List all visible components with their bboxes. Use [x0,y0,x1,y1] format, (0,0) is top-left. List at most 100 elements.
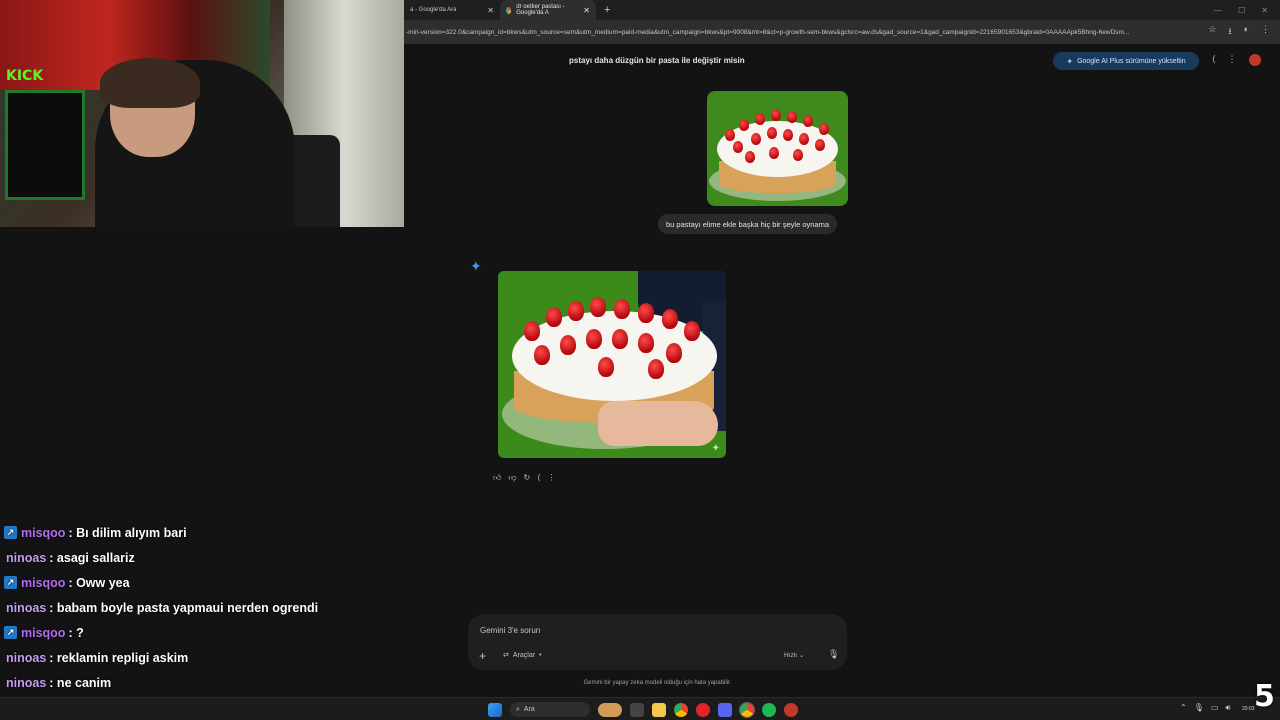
upgrade-label: Google AI Plus sürümüne yükseltin [1077,57,1186,65]
new-tab-button[interactable]: + [596,4,618,16]
profile-icon[interactable]: ◐ [1244,24,1249,40]
chat-username[interactable]: ninoas [6,676,46,690]
microphone-icon[interactable]: 🎙︎ [1194,703,1204,713]
volume-icon[interactable]: 🔊︎ [1225,703,1230,713]
minimize-icon[interactable]: — [1214,6,1222,15]
chat-username[interactable]: ninoas [6,601,46,615]
strawberry [751,133,761,145]
chat-message: ↗ misqoo: Oww yea [0,570,400,595]
chat-message: ninoas: asagi sallariz [0,545,400,570]
strawberry [638,303,654,323]
strawberry [819,123,829,135]
disclaimer: Gemini bir yapay zeka modeli olduğu için… [583,680,732,686]
generated-image[interactable]: ✦ [498,271,726,458]
subscriber-badge-icon: ↗ [4,576,17,589]
prompt-input-box[interactable]: Gemini 3'e sorun + ⇄ Araçlar • Hızlı ⌄ 🎙… [468,614,847,670]
chat-username[interactable]: ninoas [6,651,46,665]
subscriber-badge-icon: ↗ [4,626,17,639]
chat-message: ninoas: babam boyle pasta yapmaui nerden… [0,595,400,620]
google-favicon-icon [506,6,512,14]
close-window-icon[interactable]: ✕ [1261,6,1268,15]
chat-message: ↗ misqoo: ? [0,620,400,645]
task-view-icon[interactable] [630,702,644,717]
address-bar-actions: ☆ ⭳ ◐ ⋮ [1198,24,1280,40]
browser-tab-2[interactable]: dr oetker pastası - Google'da A ✕ [500,0,596,20]
avatar[interactable] [1248,54,1261,66]
strawberry [586,329,602,349]
strawberry [787,111,797,123]
file-explorer-icon[interactable] [652,702,666,717]
url-text[interactable]: -min-version=322.0&campaign_id=bkws&utm_… [404,29,1198,36]
discord-icon[interactable] [718,702,732,717]
overlay-number: 5 [1254,679,1275,714]
chrome-active-icon[interactable] [739,701,755,718]
user-prompt-text: bu pastayı elime ekle başka hiç bir şeyl… [666,219,830,229]
chrome-icon[interactable] [674,702,688,717]
user-uploaded-image[interactable] [707,91,848,206]
strawberry [739,119,749,131]
share-icon[interactable]: ⟨ [1212,54,1216,66]
maximize-icon[interactable]: ☐ [1238,6,1245,15]
chat-text: : Oww yea [68,575,130,590]
strawberry [725,129,735,141]
strawberry [745,151,755,163]
chat-username[interactable]: ninoas [6,551,46,565]
tools-icon: ⇄ [503,652,509,659]
webcam-overlay: KICK [0,0,404,227]
upgrade-button[interactable]: ✦ Google AI Plus sürümüne yükseltin [1053,52,1199,70]
thumbs-up-icon[interactable]: 👍︎ [493,473,501,483]
chat-text: : reklamin repligi askim [49,650,189,665]
app-icon[interactable] [784,702,798,717]
regenerate-icon[interactable]: ↻ [524,473,531,483]
model-label: Hızlı [784,652,797,659]
tools-button[interactable]: ⇄ Araçlar • [503,651,542,660]
chat-message: ninoas: ne canim [0,670,400,695]
strawberry [598,357,614,377]
add-icon[interactable]: + [479,649,486,663]
chat-username[interactable]: misqoo [21,626,65,640]
spotify-icon[interactable] [762,702,776,717]
microphone-icon[interactable]: 🎙︎ [828,649,839,660]
chat-username[interactable]: misqoo [21,576,65,590]
strawberry [590,297,606,317]
kick-sign: KICK [6,68,44,84]
chat-text: : ? [68,625,84,640]
tools-label: Araçlar [512,651,536,659]
clock[interactable]: 20:03 [1242,706,1255,712]
taskbar-search[interactable]: ⌕ Ara [510,702,590,717]
opera-icon[interactable] [696,702,710,717]
close-icon[interactable]: ✕ [583,6,590,15]
strawberry [815,139,825,151]
close-icon[interactable]: ✕ [487,6,494,15]
strawberry [684,321,700,341]
strawberry [534,345,550,365]
monitor-icon[interactable]: ▭ [1211,703,1219,713]
download-icon[interactable]: ⭳ [1228,24,1231,40]
thumbs-down-icon[interactable]: 👎︎ [508,473,516,483]
new-badge-dot-icon: • [539,651,542,659]
strawberry [648,359,664,379]
prompt-input[interactable]: Gemini 3'e sorun [480,626,540,635]
browser-tab-1[interactable]: a - Google'da Ara ✕ [404,0,500,20]
chevron-up-icon[interactable]: ⌃ [1180,703,1187,713]
address-bar[interactable]: -min-version=322.0&campaign_id=bkws&utm_… [404,20,1280,44]
model-selector[interactable]: Hızlı ⌄ [784,651,804,659]
chat-username[interactable]: misqoo [21,526,65,540]
bookmark-star-icon[interactable]: ☆ [1208,24,1216,40]
hand [598,401,718,446]
response-actions: 👍︎ 👎︎ ↻ ⟨ ⋮ [493,473,555,483]
widget-icon[interactable] [598,702,622,717]
strawberry [666,343,682,363]
top-actions: ⟨ ⋮ [1212,54,1261,66]
strawberry [524,321,540,341]
more-options-icon[interactable]: ⋮ [547,473,555,483]
chat-text: : babam boyle pasta yapmaui nerden ogren… [49,600,319,615]
subscriber-badge-icon: ↗ [4,526,17,539]
menu-icon[interactable]: ⋮ [1261,24,1270,40]
gemini-sparkle-icon: ✦ [470,258,482,274]
windows-start-icon[interactable] [488,702,502,717]
window-controls: — ☐ ✕ [1214,6,1280,15]
monitor [5,90,85,200]
more-options-icon[interactable]: ⋮ [1228,54,1237,66]
share-icon[interactable]: ⟨ [537,473,540,483]
